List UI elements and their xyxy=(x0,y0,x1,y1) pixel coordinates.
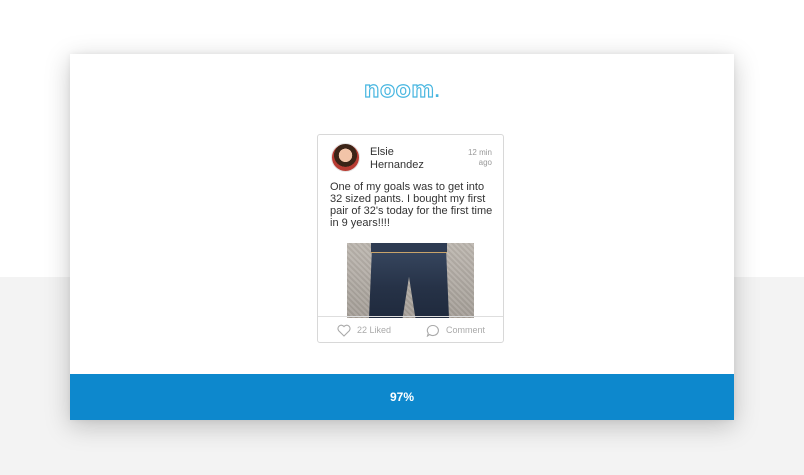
author-last-name: Hernandez xyxy=(370,159,424,171)
post-photo xyxy=(347,243,474,318)
comment-label: Comment xyxy=(446,325,486,335)
post-timestamp: 12 min ago xyxy=(452,148,492,168)
time-unit: ago xyxy=(478,158,492,167)
jeans-image xyxy=(369,243,449,318)
time-value: 12 min xyxy=(467,148,492,157)
logo-text: noom xyxy=(363,78,435,103)
loading-modal: noom. Elsie Hernandez 12 min ago One of … xyxy=(70,54,734,420)
author-name: Elsie Hernandez xyxy=(370,146,460,172)
testimonial-card: Elsie Hernandez 12 min ago One of my goa… xyxy=(317,134,504,343)
comment-button[interactable]: Comment xyxy=(426,322,485,338)
post-text: One of my goals was to get into 32 sized… xyxy=(330,181,493,229)
author-first-name: Elsie xyxy=(370,146,394,158)
progress-percent: 97% xyxy=(389,390,415,404)
likes-count: 22 Liked xyxy=(357,325,392,335)
comment-icon xyxy=(426,325,439,338)
card-footer: 22 Liked Comment xyxy=(318,316,503,342)
logo-dot: . xyxy=(434,81,441,101)
progress-bar: 97% xyxy=(70,374,734,420)
heart-icon xyxy=(337,324,351,337)
avatar xyxy=(331,143,360,172)
jeans-waistband xyxy=(371,243,447,253)
like-button[interactable]: 22 Liked xyxy=(337,322,391,338)
noom-logo: noom. xyxy=(70,78,734,103)
